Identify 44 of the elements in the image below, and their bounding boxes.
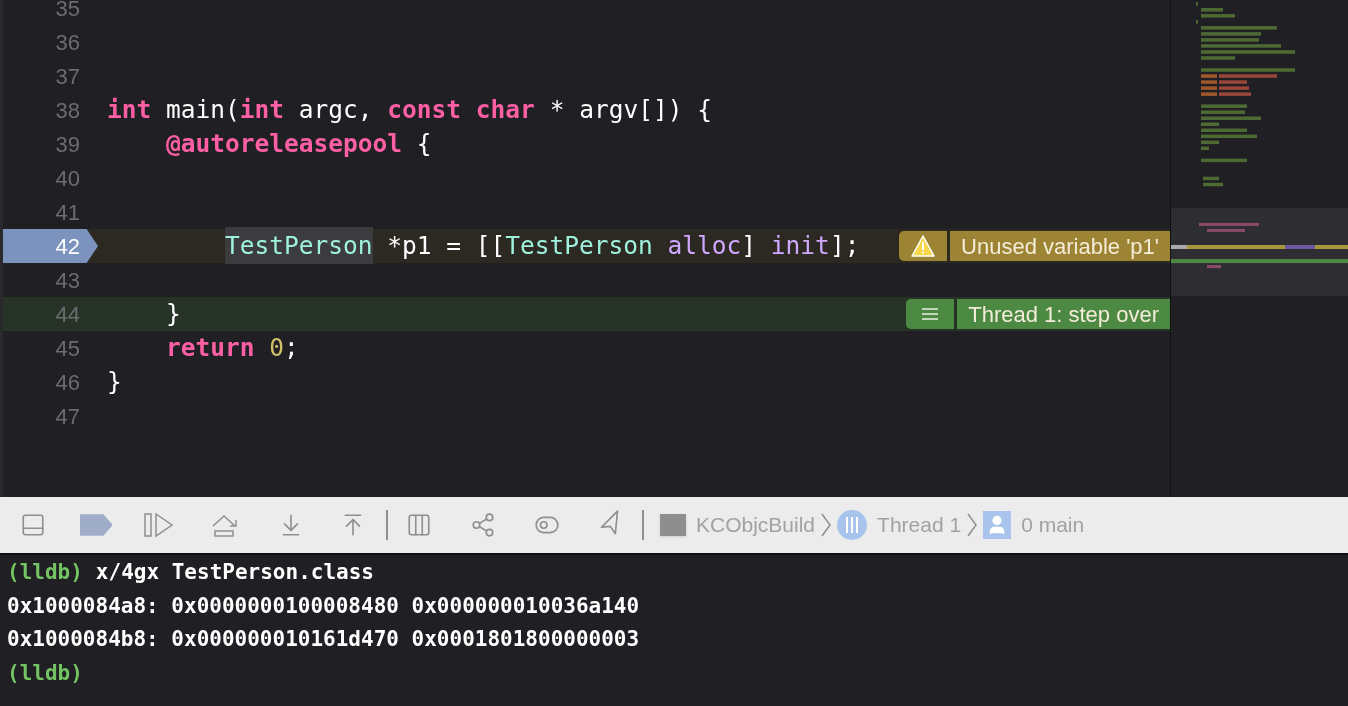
chevron-icon bbox=[967, 513, 978, 537]
chevron-icon bbox=[821, 513, 832, 537]
line-number: 39 bbox=[54, 130, 80, 159]
line-number: 43 bbox=[54, 266, 80, 295]
breadcrumb-item[interactable]: Thread 1 bbox=[877, 509, 962, 541]
warning-icon bbox=[911, 235, 936, 257]
console-output: 0x1000084a8: 0x0000000100008480 0x000000010036a140 bbox=[7, 592, 641, 620]
code-line: } bbox=[107, 366, 122, 398]
line-number: 35 bbox=[54, 0, 80, 23]
thread-badge[interactable] bbox=[906, 299, 955, 329]
view-hierarchy-icon[interactable] bbox=[406, 512, 432, 538]
breadcrumb-item[interactable]: 0 main bbox=[1021, 509, 1085, 541]
step-over-icon[interactable] bbox=[210, 512, 240, 538]
thread-icon bbox=[837, 510, 868, 540]
breakpoint-toggle-icon[interactable] bbox=[80, 514, 112, 536]
menu-icon bbox=[921, 307, 940, 321]
panel-toggle-icon[interactable] bbox=[20, 512, 46, 538]
warning-message: Unused variable 'p1' bbox=[950, 231, 1170, 261]
code-line: int main(int argc, const char * argv[]) { bbox=[107, 94, 712, 126]
console-output: 0x1000084b8: 0x000000010161d470 0x0001801800000003 bbox=[7, 626, 641, 653]
console-prompt: (lldb) bbox=[7, 559, 83, 586]
line-number: 44 bbox=[54, 300, 80, 329]
code-line: @autoreleasepool { bbox=[165, 128, 432, 160]
code-line: return 0; bbox=[165, 332, 299, 364]
line-number: 36 bbox=[54, 28, 80, 57]
line-number: 41 bbox=[54, 198, 80, 227]
program-counter-marker[interactable]: 42 bbox=[3, 229, 98, 263]
line-number: 46 bbox=[54, 368, 80, 397]
breadcrumb-item[interactable]: KCObjcBuild bbox=[696, 509, 816, 541]
line-number: 47 bbox=[54, 402, 80, 431]
thread-status: Thread 1: step over bbox=[957, 299, 1170, 329]
console-command: x/4gx TestPerson.class bbox=[95, 559, 374, 586]
warning-badge[interactable] bbox=[899, 231, 948, 261]
line-number: 37 bbox=[54, 62, 80, 91]
graph-icon[interactable] bbox=[470, 512, 496, 538]
continue-icon[interactable] bbox=[144, 511, 174, 539]
line-number: 38 bbox=[54, 96, 80, 125]
console-prompt: (lldb) bbox=[7, 659, 83, 687]
app-icon bbox=[660, 514, 686, 536]
code-line: } bbox=[165, 298, 181, 330]
line-number: 40 bbox=[54, 164, 80, 193]
person-icon bbox=[983, 511, 1012, 539]
code-line: TestPerson *p1 = [[TestPerson alloc] init]; bbox=[107, 229, 860, 263]
line-number: 45 bbox=[54, 334, 80, 363]
